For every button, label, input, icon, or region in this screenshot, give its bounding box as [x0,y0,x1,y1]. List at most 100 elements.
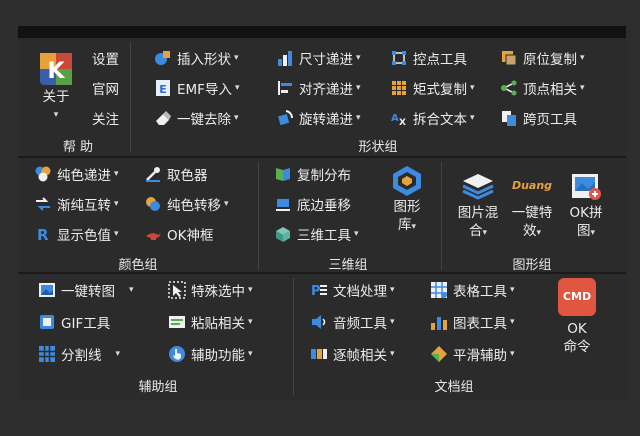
ok-command-button[interactable]: CMD OK 命令 [552,278,602,356]
frames-icon [311,349,327,359]
book-icon [276,168,290,181]
chart-tools-button[interactable]: 图表工具 ▾ [430,310,515,334]
document-processing-button[interactable]: P 文档处理 ▾ [310,278,395,302]
solid-color-progression-label: 纯色递进 [57,168,111,184]
in-place-copy-button[interactable]: 原位复制 ▾ [500,46,585,70]
handle-tools-button[interactable]: 控点工具 [390,46,467,70]
settings-button[interactable]: 设置 [92,48,119,68]
gif-tools-label: GIF工具 [61,316,111,332]
hexagon-library-icon [393,166,421,196]
chevron-down-icon: ▾ [510,317,515,327]
image-stitch-icon [572,174,601,200]
chevron-down-icon: ▾ [580,53,585,63]
pages-icon [502,111,516,126]
bottom-vertical-move-button[interactable]: 底边垂移 [274,192,351,216]
shapes-icon [155,51,170,65]
follow-button[interactable]: 关注 [92,108,119,128]
diamond-icon [431,346,447,362]
divider-line-button[interactable]: 分割线 ▾ [38,342,120,366]
vertex-related-button[interactable]: 顶点相关 ▾ [500,76,585,100]
audio-tools-button[interactable]: 音频工具 ▾ [310,310,395,334]
matrix-grid-icon [392,81,406,95]
chevron-down-icon: ▾ [536,228,542,238]
gif-tools-button[interactable]: GIF工具 [38,310,110,334]
svg-text:K: K [47,59,65,84]
eraser-icon [156,111,171,125]
chevron-down-icon: ▾ [224,199,229,209]
special-select-button[interactable]: 特殊选中 ▾ [168,278,253,302]
one-click-remove-label: 一键去除 [177,112,231,128]
cross-page-tools-label: 跨页工具 [523,112,577,128]
show-color-value-label: 显示色值 [57,228,111,244]
chevron-down-icon: ▾ [390,285,395,295]
matrix-copy-label: 矩式复制 [413,82,467,98]
one-click-to-image-button[interactable]: 一键转图 ▾ [38,278,134,302]
image-blend-label-line1: 图片混 [457,205,499,221]
chevron-down-icon: ▾ [390,349,395,359]
insert-shape-label: 插入形状 [177,52,231,68]
group-label-assist: 辅助组 [138,380,178,395]
table-tools-button[interactable]: 表格工具 ▾ [430,278,515,302]
group-separator [258,162,259,270]
ok-stitch-label-line2: 图 [576,223,591,239]
chevron-down-icon: ▾ [470,83,475,93]
solid-color-progression-button[interactable]: 纯色递进 ▾ [34,162,119,186]
color-picker-label: 取色器 [167,168,208,184]
cross-page-tools-button[interactable]: 跨页工具 [500,106,577,130]
3d-tools-button[interactable]: 三维工具 ▾ [274,222,359,246]
group-label-document: 文档组 [434,380,474,395]
color-picker-button[interactable]: 取色器 [144,162,208,186]
layers-icon [462,174,494,200]
rotate-icon [278,110,294,126]
color-transfer-icon [146,197,160,211]
ok-command-label-line2: 命令 [563,339,591,355]
insert-shape-button[interactable]: 插入形状 ▾ [154,46,239,70]
align-progression-button[interactable]: 对齐递进 ▾ [276,76,361,100]
bar-chart-icon [431,317,447,330]
chevron-down-icon: ▾ [248,317,253,327]
text-split-icon: AX [391,113,406,127]
group-separator [293,278,294,396]
one-click-effect-label-line1: 一键特 [511,205,553,221]
one-click-effect-button[interactable]: Duang 一键特 效▾ [506,168,558,242]
smooth-assist-button[interactable]: 平滑辅助 ▾ [430,342,515,366]
chevron-down-icon: ▾ [510,349,515,359]
gradient-solid-convert-button[interactable]: 渐纯互转 ▾ [34,192,119,216]
website-button[interactable]: 官网 [92,78,119,98]
paste-related-button[interactable]: 粘贴相关 ▾ [168,310,253,334]
svg-text:R: R [37,226,49,243]
chevron-down-icon: ▾ [53,110,59,120]
matrix-copy-button[interactable]: 矩式复制 ▾ [390,76,475,100]
picture-icon [39,283,55,297]
about-button[interactable]: K 关于 ▾ [32,50,80,124]
vertex-nodes-icon [501,80,517,96]
document-processing-label: 文档处理 [333,284,387,300]
frame-by-frame-button[interactable]: 逐帧相关 ▾ [310,342,395,366]
chevron-down-icon: ▾ [470,113,475,123]
assist-functions-button[interactable]: 辅助功能 ▾ [168,342,253,366]
image-blend-button[interactable]: 图片混 合▾ [452,168,504,242]
eyedropper-icon [146,167,160,182]
size-progression-button[interactable]: 尺寸递进 ▾ [276,46,361,70]
split-merge-text-label: 拆合文本 [413,112,467,128]
chevron-down-icon: ▾ [234,113,239,123]
paste-related-label: 粘贴相关 [191,316,245,332]
ok-stitch-label-line1: OK拼 [569,205,603,221]
solid-color-transfer-button[interactable]: 纯色转移 ▾ [144,192,229,216]
ok-magic-frame-button[interactable]: OK神框 [144,222,213,246]
chevron-down-icon: ▾ [248,285,253,295]
row-separator [18,156,626,158]
emf-import-button[interactable]: E EMF导入 ▾ [154,76,239,100]
assist-functions-label: 辅助功能 [191,348,245,364]
rotate-progression-button[interactable]: 旋转递进 ▾ [276,106,361,130]
ok-magic-frame-label: OK神框 [167,228,214,244]
copy-distribute-button[interactable]: 复制分布 [274,162,351,186]
ok-stitch-button[interactable]: OK拼 图▾ [560,168,612,242]
shape-library-button[interactable]: 图形 库▾ [382,164,432,236]
split-merge-text-button[interactable]: AX 拆合文本 ▾ [390,106,475,130]
size-bars-icon [278,51,292,66]
ok-command-label-line1: OK [567,321,587,337]
chevron-down-icon: ▾ [356,83,361,93]
one-click-remove-button[interactable]: 一键去除 ▾ [154,106,239,130]
show-color-value-button[interactable]: R 显示色值 ▾ [34,222,119,246]
